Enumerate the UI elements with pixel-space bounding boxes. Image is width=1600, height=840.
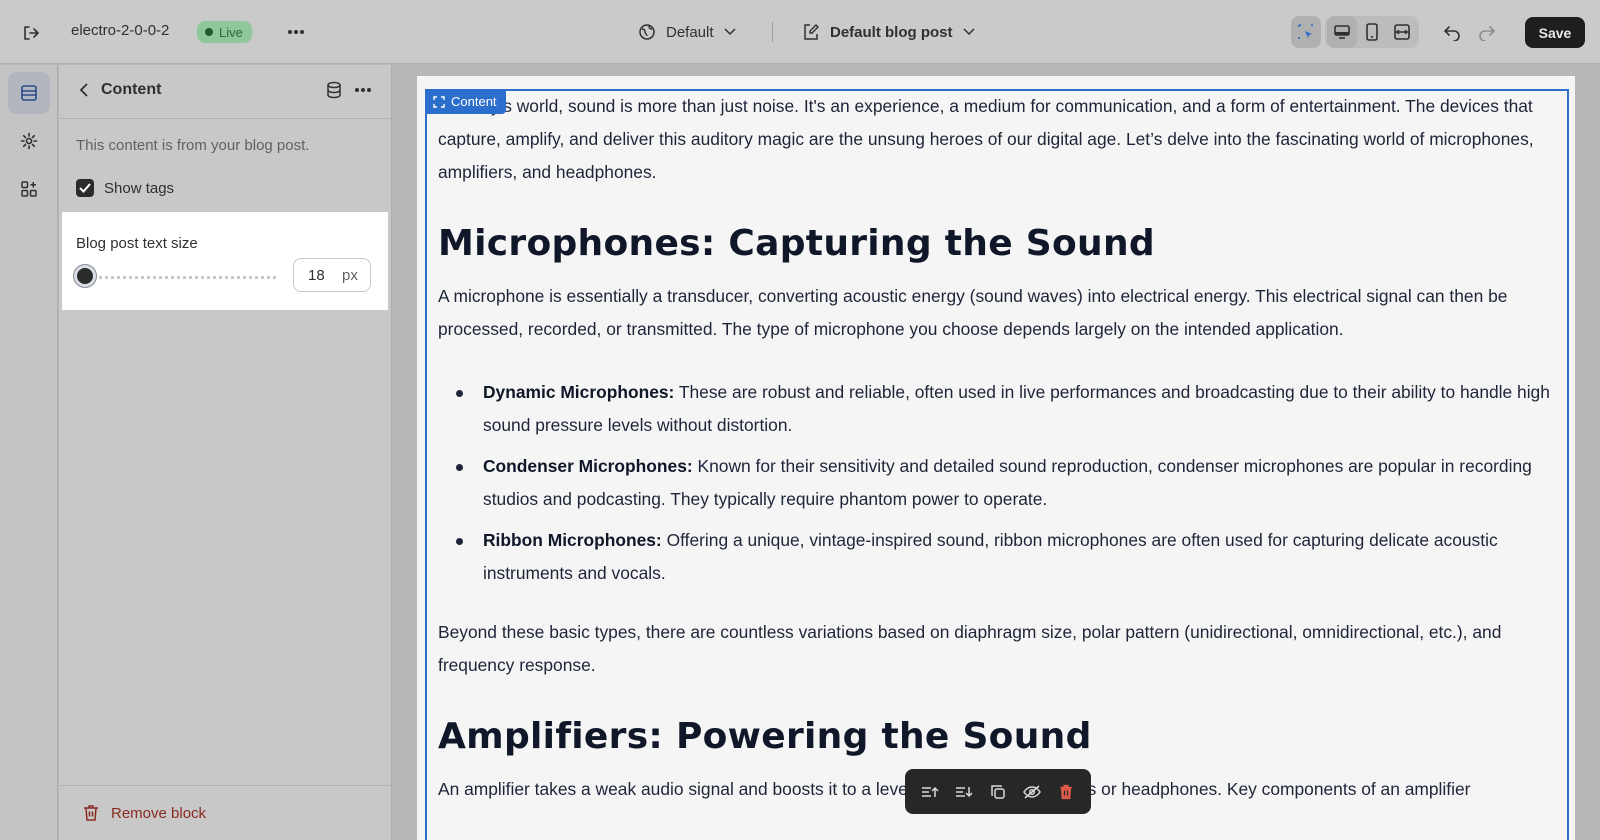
panel-more-button[interactable] bbox=[351, 78, 375, 102]
icon-rail bbox=[0, 65, 58, 840]
more-horizontal-icon bbox=[288, 30, 304, 34]
sections-icon bbox=[21, 85, 37, 101]
remove-block-button[interactable]: Remove block bbox=[83, 804, 206, 822]
hide-button[interactable] bbox=[1019, 779, 1045, 805]
list-item-term: Dynamic Microphones: bbox=[483, 382, 675, 402]
move-down-button[interactable] bbox=[951, 779, 977, 805]
template-label: Default blog post bbox=[830, 23, 953, 41]
text-size-setting: Blog post text size 18 px bbox=[62, 212, 388, 310]
text-size-value[interactable]: 18 bbox=[308, 267, 325, 284]
back-button[interactable] bbox=[73, 79, 95, 101]
globe-icon bbox=[639, 24, 655, 40]
duplicate-icon bbox=[991, 784, 1005, 799]
article-paragraph: Beyond these basic types, there are coun… bbox=[438, 622, 1502, 675]
trash-icon bbox=[84, 805, 98, 821]
rail-settings-button[interactable] bbox=[8, 120, 50, 162]
mobile-icon bbox=[1366, 23, 1378, 41]
save-button[interactable]: Save bbox=[1525, 17, 1585, 48]
theme-selector[interactable]: Default bbox=[638, 20, 736, 44]
edit-page-icon bbox=[804, 24, 819, 40]
checkmark-icon bbox=[79, 183, 91, 193]
article-paragraph: A microphone is essentially a transducer… bbox=[438, 286, 1508, 339]
text-size-label: Blog post text size bbox=[76, 235, 198, 252]
select-cursor-icon bbox=[1298, 24, 1313, 39]
chevron-left-icon bbox=[79, 83, 88, 97]
blog-article[interactable]: In today's world, sound is more than jus… bbox=[438, 90, 1558, 806]
database-icon bbox=[327, 81, 341, 99]
undo-button[interactable] bbox=[1440, 20, 1464, 44]
block-toolbar bbox=[905, 769, 1091, 814]
chevron-down-icon bbox=[962, 28, 975, 36]
text-size-slider-track[interactable] bbox=[76, 276, 276, 280]
list-item: Dynamic Microphones: These are robust an… bbox=[456, 376, 1558, 442]
mobile-view-button[interactable] bbox=[1357, 16, 1387, 48]
inspector-button[interactable] bbox=[1291, 16, 1321, 48]
text-size-input[interactable]: 18 px bbox=[293, 258, 371, 292]
selected-block-tag[interactable]: Content bbox=[425, 89, 506, 114]
redo-icon bbox=[1479, 26, 1496, 41]
panel-title: Content bbox=[101, 81, 162, 98]
status-badge: Live bbox=[197, 21, 252, 43]
live-dot bbox=[205, 28, 213, 36]
article-heading-microphones: Microphones: Capturing the Sound bbox=[438, 223, 1155, 264]
microphone-types-list: Dynamic Microphones: These are robust an… bbox=[456, 376, 1558, 590]
divider bbox=[772, 22, 773, 42]
move-up-icon bbox=[922, 786, 939, 797]
exit-button[interactable] bbox=[18, 20, 44, 46]
move-up-button[interactable] bbox=[917, 779, 943, 805]
list-item-term: Ribbon Microphones: bbox=[483, 530, 662, 550]
gear-icon bbox=[20, 132, 38, 150]
delete-button[interactable] bbox=[1053, 779, 1079, 805]
fullwidth-icon bbox=[1394, 24, 1410, 40]
list-item: Ribbon Microphones: Offering a unique, v… bbox=[456, 524, 1558, 590]
desktop-view-button[interactable] bbox=[1327, 16, 1357, 48]
theme-label: Default bbox=[666, 23, 714, 41]
undo-icon bbox=[1443, 26, 1460, 41]
move-down-icon bbox=[956, 786, 973, 797]
preview-canvas: Content In today's world, sound is more … bbox=[393, 65, 1600, 840]
show-tags-label: Show tags bbox=[104, 179, 175, 197]
rail-sections-button[interactable] bbox=[8, 72, 50, 114]
block-select-icon bbox=[433, 95, 445, 108]
dynamic-source-button[interactable] bbox=[322, 78, 346, 102]
preview-page: Content In today's world, sound is more … bbox=[417, 76, 1575, 840]
more-horizontal-icon bbox=[355, 88, 371, 92]
rail-apps-button[interactable] bbox=[8, 168, 50, 210]
fullwidth-view-button[interactable] bbox=[1387, 16, 1417, 48]
selected-block-label: Content bbox=[451, 94, 497, 109]
panel-footer: Remove block bbox=[59, 785, 392, 840]
view-controls bbox=[1291, 16, 1419, 48]
exit-icon bbox=[24, 26, 39, 40]
desktop-icon bbox=[1334, 25, 1350, 39]
apps-icon bbox=[21, 181, 37, 197]
show-tags-checkbox[interactable]: Show tags bbox=[76, 179, 174, 197]
top-bar: electro-2-0-0-2 Live Default Default blo… bbox=[0, 0, 1600, 64]
list-item: Condenser Microphones: Known for their s… bbox=[456, 450, 1558, 516]
panel-note: This content is from your blog post. bbox=[76, 137, 310, 154]
redo-button[interactable] bbox=[1475, 20, 1499, 44]
eye-off-icon bbox=[1023, 784, 1041, 799]
store-name: electro-2-0-0-2 bbox=[71, 22, 170, 39]
article-heading-amplifiers: Amplifiers: Powering the Sound bbox=[438, 716, 1092, 757]
checkbox-checked[interactable] bbox=[76, 179, 94, 197]
list-item-term: Condenser Microphones: bbox=[483, 456, 693, 476]
settings-panel: Content This content is from your blog p… bbox=[59, 65, 392, 840]
text-size-slider-thumb[interactable] bbox=[74, 265, 96, 287]
device-switcher bbox=[1325, 16, 1419, 48]
panel-header: Content bbox=[59, 65, 392, 119]
text-size-unit: px bbox=[342, 267, 358, 284]
chevron-down-icon bbox=[724, 28, 736, 36]
article-intro: In today's world, sound is more than jus… bbox=[438, 96, 1534, 182]
trash-icon bbox=[1060, 784, 1072, 799]
more-actions-button[interactable] bbox=[284, 20, 308, 44]
duplicate-button[interactable] bbox=[985, 779, 1011, 805]
template-selector[interactable]: Default blog post bbox=[802, 20, 975, 44]
remove-block-label: Remove block bbox=[111, 804, 207, 822]
status-badge-label: Live bbox=[219, 24, 243, 40]
